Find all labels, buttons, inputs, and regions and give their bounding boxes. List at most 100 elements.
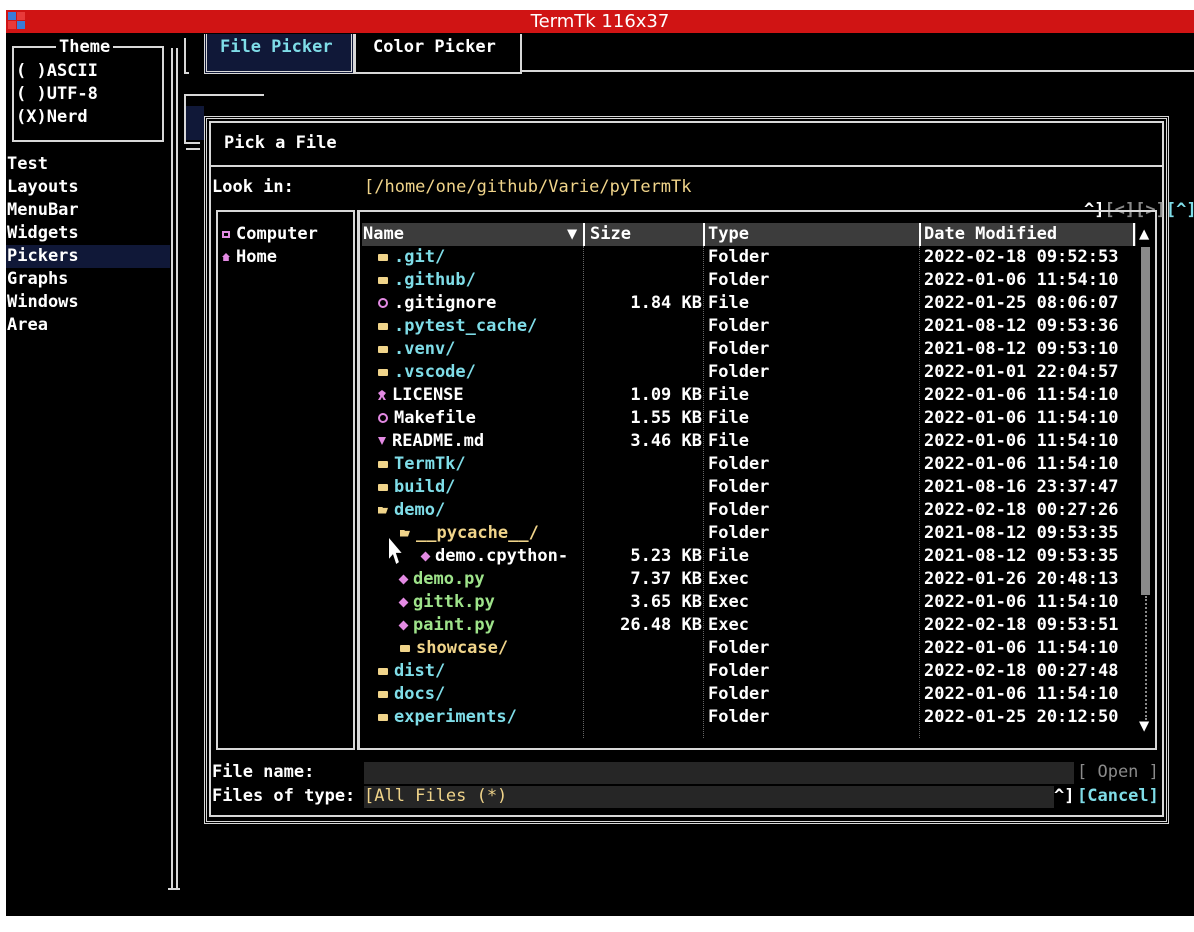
file-type-cell: Folder [708, 316, 770, 336]
python-icon [420, 551, 431, 561]
file-type-cell: Folder [708, 247, 770, 267]
file-name-cell: .git/ [378, 246, 445, 269]
sidebar-item-pickers[interactable]: Pickers [6, 245, 170, 268]
sidebar-item-layouts[interactable]: Layouts [6, 176, 170, 199]
folder-icon [378, 460, 388, 468]
file-date-cell: 2022-02-18 09:53:51 [924, 615, 1119, 635]
col-date[interactable]: Date Modified [924, 223, 1057, 246]
file-date-cell: 2021-08-12 09:53:36 [924, 316, 1119, 336]
python-icon [398, 597, 409, 607]
file-size-cell: 7.37 KB [630, 569, 702, 589]
col-type[interactable]: Type [708, 223, 749, 246]
col-divider [919, 223, 921, 246]
place-home[interactable]: Home [222, 246, 318, 269]
inner-tab-handle [186, 142, 200, 150]
folder-icon [378, 690, 388, 698]
theme-options: ( )ASCII ( )UTF-8 (X)Nerd [16, 60, 98, 129]
file-type-cell: Folder [708, 661, 770, 681]
sidebar-item-graphs[interactable]: Graphs [6, 268, 170, 291]
file-name-cell: build/ [378, 476, 455, 499]
folder-icon [378, 253, 388, 261]
cancel-button[interactable]: [Cancel] [1077, 785, 1159, 808]
table-row[interactable]: .vscode/Folder 2022-01-01 22:04:57 [362, 361, 1137, 384]
table-row[interactable]: demo.py 7.37 KB Exec 2022-01-26 20:48:13 [362, 568, 1137, 591]
file-type-dropdown-arrow[interactable]: ^] [1054, 785, 1074, 808]
inner-tab-marker [186, 106, 204, 140]
col-name[interactable]: Name [363, 223, 404, 246]
path-combo[interactable]: [/home/one/github/Varie/pyTermTk [364, 176, 692, 199]
table-row[interactable]: demo.cpython- 5.23 KB File 2021-08-12 09:53… [362, 545, 1137, 568]
scroll-up-button[interactable]: ▲ [1139, 223, 1149, 246]
tab-bar-left [184, 38, 189, 74]
sidebar-item-test[interactable]: Test [6, 153, 170, 176]
col-divider [703, 223, 705, 246]
scroll-down-button[interactable]: ▼ [1139, 715, 1149, 738]
home-icon [222, 253, 230, 261]
table-row[interactable]: demo/Folder 2022-02-18 00:27:26 [362, 499, 1137, 522]
open-button[interactable]: [ Open ] [1077, 761, 1159, 784]
look-in-label: Look in: [212, 177, 294, 197]
file-date-cell: 2021-08-12 09:53:35 [924, 546, 1119, 566]
table-row[interactable]: experiments/Folder 2022-01-25 20:12:50 [362, 706, 1137, 729]
place-computer[interactable]: Computer [222, 223, 318, 246]
table-row[interactable]: docs/Folder 2022-01-06 11:54:10 [362, 683, 1137, 706]
table-row[interactable]: LICENSE 1.09 KB File 2022-01-06 11:54:10 [362, 384, 1137, 407]
folder-open-icon [400, 529, 410, 537]
tab-file-picker[interactable]: File Picker [204, 34, 354, 74]
file-name-cell: README.md [378, 430, 484, 453]
file-name-cell: demo.py [398, 568, 485, 591]
places-list: Computer Home [222, 223, 318, 269]
scrollbar-thumb[interactable] [1141, 247, 1150, 595]
file-date-cell: 2022-01-06 11:54:10 [924, 431, 1119, 451]
table-row[interactable]: Makefile 1.55 KB File 2022-01-06 11:54:10 [362, 407, 1137, 430]
file-date-cell: 2022-02-18 00:27:48 [924, 661, 1119, 681]
folder-icon [378, 276, 388, 284]
sidebar-item-area[interactable]: Area [6, 314, 170, 337]
file-name-cell: .gitignore [378, 292, 496, 315]
table-row[interactable]: README.md 3.46 KB File 2022-01-06 11:54:10 [362, 430, 1137, 453]
file-date-cell: 2022-01-25 08:06:07 [924, 293, 1119, 313]
parent-dir-button[interactable]: [^] [1166, 200, 1194, 220]
sidebar-item-widgets[interactable]: Widgets [6, 222, 170, 245]
table-row[interactable]: dist/Folder 2022-02-18 00:27:48 [362, 660, 1137, 683]
file-name-input[interactable] [364, 762, 1074, 784]
file-type-cell: Folder [708, 270, 770, 290]
file-date-cell: 2022-01-01 22:04:57 [924, 362, 1119, 382]
file-size-cell: 1.84 KB [630, 293, 702, 313]
table-row[interactable]: .github/Folder 2022-01-06 11:54:10 [362, 269, 1137, 292]
table-row[interactable]: __pycache__/ Folder 2021-08-12 09:53:35 [362, 522, 1137, 545]
file-date-cell: 2022-01-26 20:48:13 [924, 569, 1119, 589]
tab-color-picker[interactable]: Color Picker [354, 34, 522, 74]
table-row[interactable]: .gitignore 1.84 KB File 2022-01-25 08:06:07 [362, 292, 1137, 315]
splitter-end [168, 888, 180, 890]
computer-icon [222, 230, 230, 238]
table-row[interactable]: paint.py 26.48 KB Exec 2022-02-18 09:53:51 [362, 614, 1137, 637]
file-name-cell: .vscode/ [378, 361, 476, 384]
file-type-cell: File [708, 408, 749, 428]
sidebar-item-windows[interactable]: Windows [6, 291, 170, 314]
nav-buttons: ^][<][>][^] [1043, 176, 1194, 220]
file-size-cell: 3.65 KB [630, 592, 702, 612]
table-row[interactable]: TermTk/Folder 2022-01-06 11:54:10 [362, 453, 1137, 476]
file-type-cell: Folder [708, 362, 770, 382]
file-name-cell: .venv/ [378, 338, 455, 361]
splitter-line[interactable] [171, 48, 173, 890]
dialog-header: Pick a File [209, 121, 1164, 167]
folder-icon [378, 368, 388, 376]
sidebar-item-menubar[interactable]: MenuBar [6, 199, 170, 222]
table-row[interactable]: .venv/Folder 2021-08-12 09:53:10 [362, 338, 1137, 361]
scrollbar-track[interactable] [1145, 596, 1148, 720]
table-row[interactable]: gittk.py 3.65 KB Exec 2022-01-06 11:54:10 [362, 591, 1137, 614]
col-size[interactable]: Size [590, 223, 631, 246]
table-row[interactable]: showcase/Folder 2022-01-06 11:54:10 [362, 637, 1137, 660]
file-date-cell: 2022-01-06 11:54:10 [924, 385, 1119, 405]
table-row[interactable]: build/Folder 2021-08-16 23:37:47 [362, 476, 1137, 499]
file-type-combo[interactable]: [All Files (*) [364, 785, 507, 808]
table-row[interactable]: .git/Folder 2022-02-18 09:52:53 [362, 246, 1137, 269]
theme-option-utf8[interactable]: ( )UTF-8 [16, 83, 98, 106]
theme-option-ascii[interactable]: ( )ASCII [16, 60, 98, 83]
table-row[interactable]: .pytest_cache/Folder 2021-08-12 09:53:36 [362, 315, 1137, 338]
file-date-cell: 2022-02-18 00:27:26 [924, 500, 1119, 520]
theme-option-nerd[interactable]: (X)Nerd [16, 106, 98, 129]
file-size-cell: 1.09 KB [630, 385, 702, 405]
